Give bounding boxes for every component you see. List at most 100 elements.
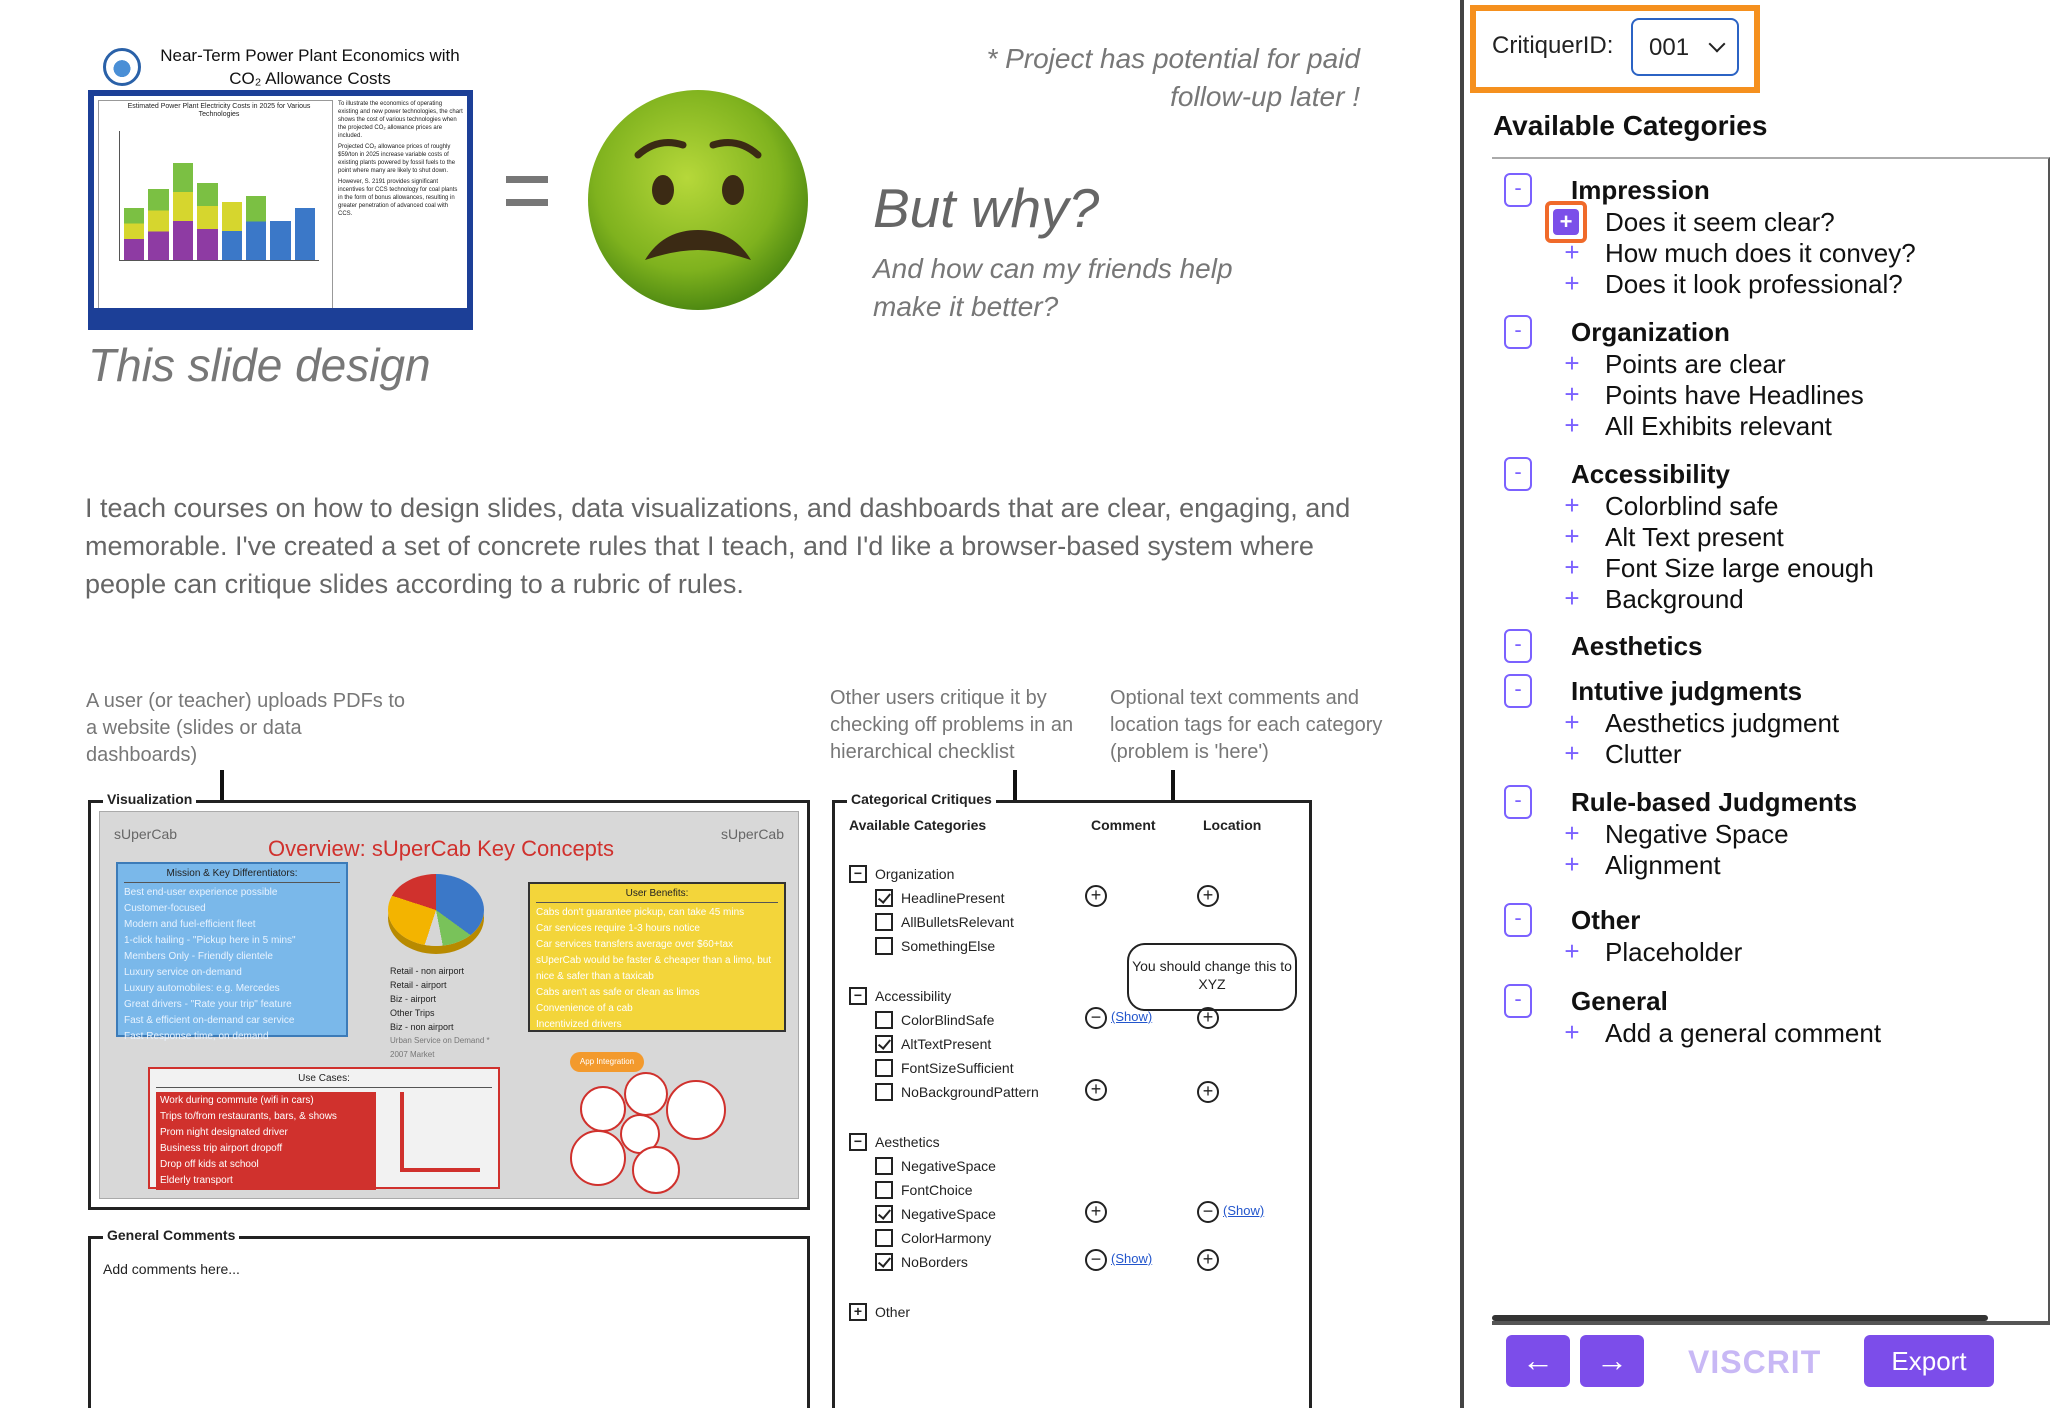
brand-logo: VISCRIT [1688, 1344, 1822, 1380]
collapse-icon: − [849, 987, 867, 1005]
plus-icon[interactable]: + [1557, 490, 1587, 520]
legend-item: Other Trips [390, 1008, 435, 1018]
plus-icon[interactable]: + [1557, 237, 1587, 267]
legend-note: Urban Service on Demand * 2007 Market [390, 1036, 490, 1059]
plus-icon[interactable]: + [1557, 849, 1587, 879]
list-item: Great drivers - "Rate your trip" feature [124, 999, 292, 1010]
mock-brand-right: sUperCab [720, 826, 784, 842]
list-item: Car services require 1-3 hours notice [536, 923, 700, 934]
group-label: Aesthetics [875, 1134, 940, 1150]
mock-check-row: FontSizeSufficient [875, 1059, 1014, 1077]
mock-check-row: FontChoice [875, 1181, 973, 1199]
collapse-button[interactable]: - [1504, 903, 1532, 937]
checkbox [875, 937, 893, 955]
check-label: NoBorders [901, 1254, 968, 1270]
category-item: Background [1605, 584, 1744, 614]
plus-icon[interactable]: + [1557, 379, 1587, 409]
list-item: Fast Response time, on demand [124, 1031, 269, 1042]
collapse-button[interactable]: - [1504, 785, 1532, 819]
critiquer-id-value: 001 [1649, 34, 1690, 61]
plus-icon[interactable]: + [1557, 738, 1587, 768]
category-item: Negative Space [1605, 819, 1789, 849]
checkbox [875, 1035, 893, 1053]
category-title: Accessibility [1571, 459, 1730, 489]
critiquer-id-label: CritiquerID: [1492, 32, 1614, 59]
critiquer-id-select[interactable]: 001 [1631, 18, 1739, 76]
plus-icon[interactable]: + [1557, 348, 1587, 378]
intro-paragraph: I teach courses on how to design slides,… [85, 493, 1351, 599]
plus-icon[interactable]: + [1557, 583, 1587, 613]
category-title: Aesthetics [1571, 631, 1703, 661]
plus-icon[interactable]: + [1557, 936, 1587, 966]
mock-comment-bubble: You should change this to XYZ [1127, 943, 1297, 1011]
list-item: Members Only - Friendly clientele [124, 951, 273, 962]
category-item: Aesthetics judgment [1605, 708, 1840, 738]
checkbox [875, 1253, 893, 1271]
mock-usecases-title: Use Cases: [156, 1071, 492, 1088]
category-item: Add a general comment [1605, 1018, 1882, 1048]
plus-icon[interactable]: + [1557, 410, 1587, 440]
next-button[interactable]: → [1580, 1335, 1644, 1387]
mock-brand-left: sUperCab [114, 826, 178, 842]
plus-icon[interactable]: + [1557, 268, 1587, 298]
collapse-button[interactable]: - [1504, 315, 1532, 349]
check-label: AllBulletsRelevant [901, 914, 1014, 930]
list-item: Luxury automobiles: e.g. Mercedes [124, 983, 280, 994]
equals-sign [506, 176, 548, 206]
mock-group-aesthetics: − Aesthetics [849, 1133, 940, 1151]
collapse-button[interactable]: - [1504, 629, 1532, 663]
checkbox [875, 1205, 893, 1223]
collapse-button[interactable]: - [1504, 984, 1532, 1018]
category-item: Alt Text present [1605, 522, 1784, 552]
expand-icon: + [849, 1303, 867, 1321]
collapse-icon: − [849, 865, 867, 883]
plus-icon[interactable]: + [1557, 1017, 1587, 1047]
collapse-button[interactable]: - [1504, 173, 1532, 207]
legend-item: Retail - airport [390, 980, 447, 990]
prev-button[interactable]: ← [1506, 1335, 1570, 1387]
mock-check-row: NoBackgroundPattern [875, 1083, 1039, 1101]
note-follow-up: * Project has potential for paid follow-… [986, 43, 1360, 112]
mock-benefits-title: User Benefits: [536, 886, 778, 903]
plus-icon[interactable]: + [1557, 818, 1587, 848]
group-label: Other [875, 1304, 911, 1320]
category-item: Colorblind safe [1605, 491, 1779, 521]
category-item: Points have Headlines [1605, 380, 1864, 410]
circle-shape [624, 1072, 668, 1116]
slide-canvas: Near-Term Power Plant Economics with CO₂… [0, 0, 1460, 1408]
group-label: Accessibility [875, 988, 952, 1004]
mock-comment-col: Comment [1091, 817, 1156, 833]
mock-check-row: AllBulletsRelevant [875, 913, 1014, 931]
caption-this-slide-design: This slide design [88, 339, 431, 391]
trend-arrow-icon [400, 1092, 480, 1172]
horizontal-scrollbar[interactable] [1492, 1315, 1988, 1321]
mock-group-accessibility: − Accessibility [849, 987, 951, 1005]
categories-scroll-area[interactable]: - Impression + Does it seem clear? + How… [1492, 157, 2050, 1325]
annotation-comments: Optional text comments and location tags… [1110, 687, 1383, 763]
mock-check-row: ColorBlindSafe [875, 1011, 994, 1029]
mock-check-row: AltTextPresent [875, 1035, 991, 1053]
plus-icon[interactable]: + [1557, 552, 1587, 582]
thumb-note: Projected CO₂ allowance prices of roughl… [338, 144, 456, 174]
export-button[interactable]: Export [1864, 1335, 1994, 1387]
check-label: NegativeSpace [901, 1158, 996, 1174]
category-item: Clutter [1605, 739, 1682, 769]
category-item: Placeholder [1605, 937, 1743, 967]
general-comments-mockup: General Comments Add comments here... [88, 1227, 810, 1408]
check-label: HeadlinePresent [901, 890, 1005, 906]
list-item: Best end-user experience possible [124, 887, 278, 898]
mock-gc-label: General Comments [103, 1227, 240, 1243]
collapse-button[interactable]: - [1504, 457, 1532, 491]
category-item: All Exhibits relevant [1605, 411, 1832, 441]
plus-icon[interactable]: + [1557, 707, 1587, 737]
list-item: Business trip airport dropoff [160, 1143, 283, 1154]
checkbox [875, 1157, 893, 1175]
collapse-button[interactable]: - [1504, 674, 1532, 708]
app-integration-label: App Integration [570, 1052, 644, 1072]
plus-icon[interactable]: + [1557, 521, 1587, 551]
show-link: (Show) [1111, 1251, 1153, 1266]
annotation-upload: A user (or teacher) uploads PDFs to a we… [86, 690, 406, 766]
thumb-title: Near-Term Power Plant Economics with CO₂… [160, 46, 460, 88]
category-title: Organization [1571, 317, 1730, 347]
mock-location-col: Location [1203, 817, 1262, 833]
